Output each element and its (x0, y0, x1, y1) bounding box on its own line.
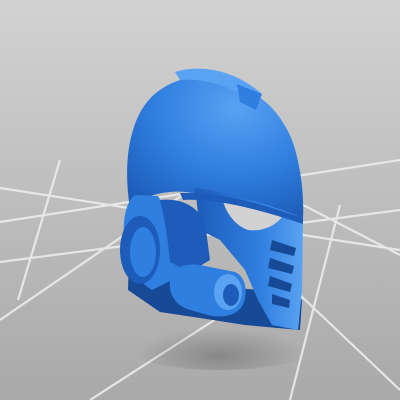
rebreather-cap-inner (223, 284, 239, 306)
viewer-scene (0, 0, 400, 400)
model-viewer-canvas[interactable] (0, 0, 400, 400)
ear-disc-inner (130, 227, 156, 277)
